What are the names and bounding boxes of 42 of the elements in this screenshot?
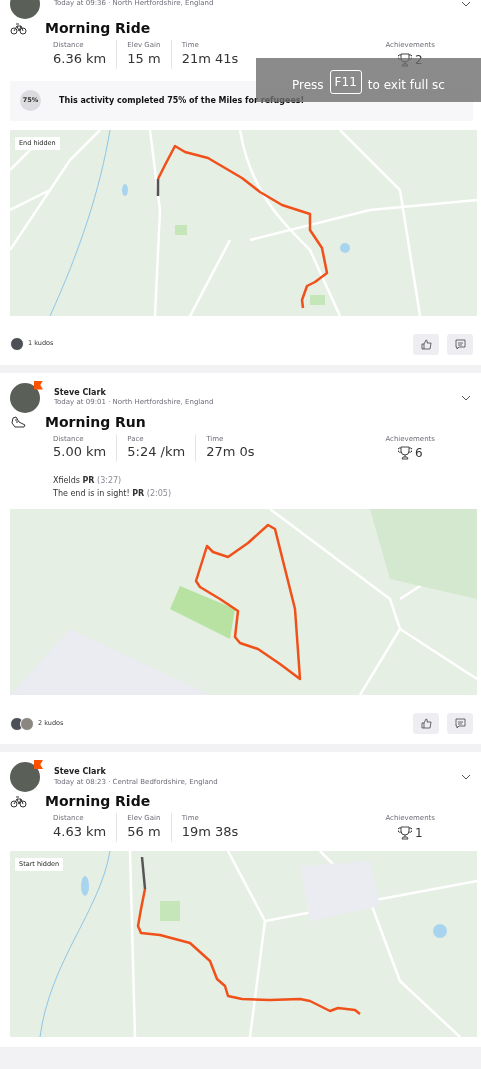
segment-achievement: The end is in sight! PR (2:05) [53, 488, 173, 500]
athlete-name[interactable]: Steve Clark [54, 387, 214, 399]
bicycle-icon [10, 21, 27, 36]
flag-icon [34, 760, 43, 769]
stat-value: 5.00 km [53, 444, 107, 460]
trophy-icon [397, 825, 412, 840]
comment-icon [454, 718, 466, 729]
kudos-button[interactable] [413, 713, 439, 734]
notice-text: Press [292, 77, 324, 94]
chevron-down-icon[interactable] [461, 394, 471, 401]
shoe-icon [10, 415, 27, 429]
comment-button[interactable] [447, 713, 473, 734]
stat-value: 21m 41s [181, 50, 239, 67]
chevron-down-icon[interactable] [461, 774, 471, 780]
stat-value: 56 m [127, 823, 161, 840]
stat-value: 27m 0s [206, 444, 255, 460]
stat-value: 5:24 /km [127, 444, 186, 460]
activity-title[interactable]: Morning Ride [45, 18, 151, 39]
notice-text: to exit full sc [367, 77, 445, 94]
segment-achievement: Xfields PR (3:27) [53, 475, 123, 487]
stat-value: 15 m [127, 50, 161, 67]
comment-icon [454, 338, 466, 350]
athlete-name[interactable]: Steve Clark [54, 767, 218, 778]
stat-value: 19m 38s [181, 823, 239, 840]
achievement-count: 6 [414, 445, 423, 462]
comment-button[interactable] [447, 333, 473, 355]
stat-value: 6.36 km [53, 50, 107, 67]
kudos-button[interactable] [413, 333, 439, 355]
stat-value: 4.63 km [53, 823, 107, 840]
chevron-down-icon[interactable] [461, 1, 471, 7]
kudos-avatar [10, 337, 24, 351]
trophy-icon [397, 446, 412, 460]
flag-icon [34, 380, 43, 390]
key-label: F11 [329, 70, 362, 94]
bicycle-icon [10, 794, 27, 809]
activity-title[interactable]: Morning Ride [45, 791, 151, 812]
kudos-avatar [20, 716, 34, 731]
thumbs-up-icon [420, 718, 432, 729]
kudos-avatar [10, 716, 24, 731]
achievement-count: 1 [414, 824, 423, 842]
activity-title[interactable]: Morning Run [45, 411, 146, 433]
thumbs-up-icon [420, 338, 432, 350]
